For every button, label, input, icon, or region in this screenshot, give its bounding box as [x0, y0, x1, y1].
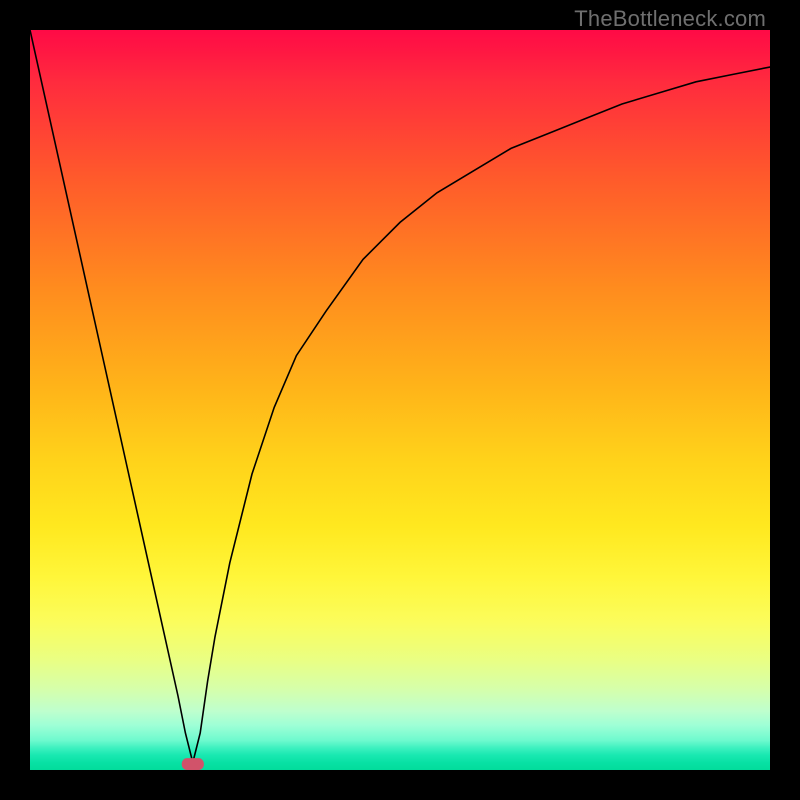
curve-layer — [30, 30, 770, 770]
plot-area — [30, 30, 770, 770]
watermark-text: TheBottleneck.com — [574, 6, 766, 32]
min-marker — [182, 758, 204, 770]
left-branch-line — [30, 30, 193, 763]
chart-container: TheBottleneck.com — [0, 0, 800, 800]
right-branch-line — [193, 67, 770, 763]
